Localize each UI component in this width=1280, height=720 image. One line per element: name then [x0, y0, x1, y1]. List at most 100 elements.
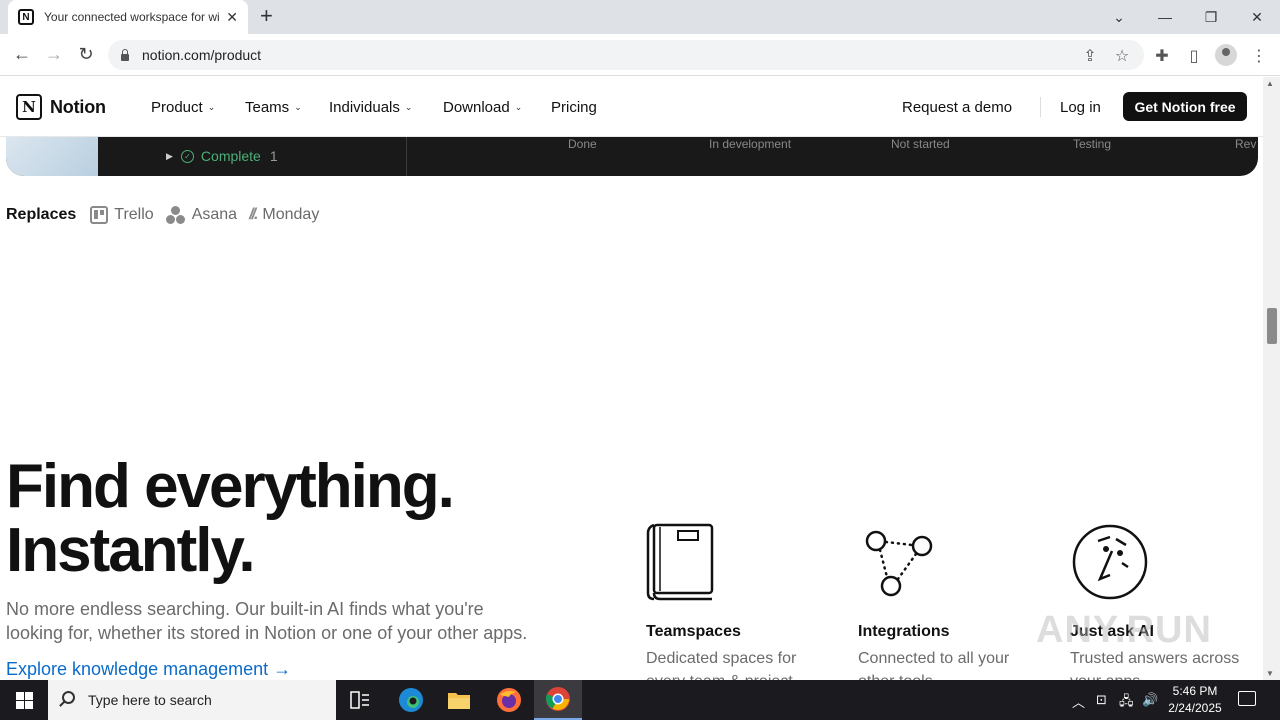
page-viewport: N Notion Product ⌄ Teams ⌄ Individuals ⌄ Do… [0, 77, 1280, 680]
taskbar-search-box[interactable]: Type here to search [48, 680, 336, 720]
show-hidden-icons-chevron-icon[interactable]: ︿ [1072, 692, 1085, 711]
description-line-2: looking for, whether its stored in Notio… [6, 623, 528, 643]
reload-icon[interactable]: ↻ [75, 44, 97, 65]
new-tab-button[interactable]: + [260, 5, 273, 27]
explore-knowledge-link[interactable]: Explore knowledge management → [6, 659, 291, 680]
restore-button[interactable]: ❐ [1188, 0, 1234, 34]
feature-integrations: Integrations Connected to all your other… [858, 523, 1058, 680]
start-button[interactable] [0, 680, 48, 720]
monday-label: Monday [262, 206, 320, 223]
notifications-icon[interactable] [1238, 691, 1256, 706]
share-icon[interactable]: ⇪ [1080, 46, 1100, 66]
page-scrollbar[interactable]: ▲ ▼ [1263, 77, 1280, 680]
bookmark-star-icon[interactable]: ☆ [1112, 46, 1132, 66]
browser-tab-active[interactable]: N Your connected workspace for wiki, doc… [8, 0, 248, 34]
tab-close-icon[interactable]: ✕ [226, 9, 238, 26]
url-text: notion.com/product [142, 47, 262, 63]
status-column-testing: Testing [1073, 137, 1112, 151]
windows-taskbar: Type here to search ︿ ⊡ 🖧 🔊 5:46 PM 2/24… [0, 680, 1280, 720]
clock-date: 2/24/2025 [1168, 701, 1222, 715]
check-circle-icon: ✓ [180, 149, 194, 163]
description-line-1: No more endless searching. Our built-in … [6, 599, 484, 619]
board-divider [406, 137, 407, 176]
feature-just-ask-ai: Just ask AI Trusted answers across your … [1070, 523, 1270, 680]
monday-icon: //. [249, 206, 258, 223]
replaces-trello: Trello [90, 206, 154, 224]
file-explorer-icon[interactable] [435, 680, 483, 720]
board-cover-image [6, 137, 98, 176]
browser-menu-icon[interactable]: ⋮ [1249, 46, 1269, 66]
minimize-button[interactable]: — [1142, 0, 1188, 34]
complete-group-toggle[interactable]: ▶ ✓ Complete 1 [166, 148, 278, 164]
nav-individuals-label: Individuals [329, 99, 400, 116]
volume-icon[interactable]: 🔊 [1142, 692, 1158, 708]
trello-label: Trello [114, 206, 154, 223]
taskbar-clock[interactable]: 5:46 PM 2/24/2025 [1160, 683, 1230, 717]
notion-logo[interactable]: N Notion [16, 94, 106, 120]
site-header: N Notion Product ⌄ Teams ⌄ Individuals ⌄ Do… [0, 77, 1263, 137]
replaces-monday: //. Monday [249, 206, 319, 224]
status-column-done: Done [568, 137, 597, 151]
feature-title: Teamspaces [646, 623, 741, 640]
feature-description: Connected to all your other tools. [858, 647, 1058, 680]
nav-download[interactable]: Download ⌄ [443, 99, 522, 116]
back-arrow-icon[interactable]: ← [11, 44, 33, 65]
tab-search-icon[interactable]: ⌄ [1096, 0, 1142, 34]
nav-individuals[interactable]: Individuals ⌄ [329, 99, 412, 116]
headline-line-1: Find everything. [6, 452, 455, 521]
browser-tab-strip: N Your connected workspace for wiki, doc… [0, 0, 1280, 34]
headline-line-2: Instantly. [6, 516, 256, 585]
section-headline: Find everything. Instantly. [6, 452, 455, 585]
status-column-in-development: In development [709, 137, 792, 151]
nodes-icon [858, 523, 1058, 603]
feature-desc-line: every team & project. [646, 670, 846, 680]
scrollbar-thumb[interactable] [1267, 308, 1277, 344]
asana-label: Asana [191, 206, 238, 223]
nav-download-label: Download [443, 99, 510, 116]
replaces-row: Replaces Trello Asana //. Monday [6, 206, 331, 224]
firefox-icon[interactable] [485, 680, 533, 720]
request-demo-link[interactable]: Request a demo [902, 99, 1012, 116]
nav-teams-label: Teams [245, 99, 290, 116]
forward-arrow-icon[interactable]: → [43, 44, 65, 65]
chrome-icon[interactable] [534, 680, 582, 720]
close-window-button[interactable]: ✕ [1234, 0, 1280, 34]
get-notion-free-button[interactable]: Get Notion free [1123, 92, 1247, 121]
chevron-down-icon: ⌄ [294, 102, 302, 112]
chevron-down-icon: ⌄ [514, 102, 523, 112]
feature-desc-line: Connected to all your [858, 650, 1010, 667]
chevron-down-icon: ⌄ [207, 102, 216, 112]
extensions-puzzle-icon[interactable]: ✚ [1152, 46, 1172, 66]
scroll-down-arrow-icon[interactable]: ▼ [1266, 669, 1274, 678]
triangle-right-icon: ▶ [166, 150, 173, 161]
address-bar[interactable]: notion.com/product [108, 40, 1144, 70]
nav-teams[interactable]: Teams ⌄ [245, 99, 302, 116]
asana-icon [165, 206, 186, 224]
notion-favicon-icon: N [18, 9, 34, 25]
nav-product[interactable]: Product ⌄ [151, 99, 215, 116]
search-icon [62, 691, 75, 704]
nav-divider [1040, 97, 1041, 117]
feature-description: Dedicated spaces for every team & projec… [646, 647, 846, 680]
browser-toolbar: ← → ↻ notion.com/product ⇪ ☆ ✚ ▯ ⋮ [0, 34, 1280, 76]
notion-logo-icon: N [16, 94, 42, 120]
feature-desc-line: Dedicated spaces for [646, 650, 797, 667]
scroll-up-arrow-icon[interactable]: ▲ [1266, 79, 1274, 88]
profile-avatar-icon[interactable] [1215, 44, 1237, 66]
taskbar-search-placeholder: Type here to search [88, 692, 212, 708]
replaces-asana: Asana [165, 206, 238, 224]
network-icon[interactable]: 🖧 [1119, 692, 1134, 714]
task-view-icon[interactable] [336, 680, 384, 720]
lock-icon[interactable] [120, 49, 130, 61]
device-icon[interactable]: ⊡ [1096, 692, 1107, 708]
tab-title: Your connected workspace for wiki, docs … [44, 10, 219, 24]
anyrun-watermark: ANY.RUN [1036, 609, 1212, 651]
status-column-not-started: Not started [891, 137, 950, 151]
nav-product-label: Product [151, 99, 203, 116]
edge-browser-icon[interactable] [387, 680, 435, 720]
group-count: 1 [269, 148, 278, 164]
side-panel-icon[interactable]: ▯ [1184, 46, 1204, 66]
nav-pricing[interactable]: Pricing [551, 99, 597, 116]
feature-desc-line: your apps. [1070, 670, 1270, 680]
login-link[interactable]: Log in [1060, 99, 1101, 116]
